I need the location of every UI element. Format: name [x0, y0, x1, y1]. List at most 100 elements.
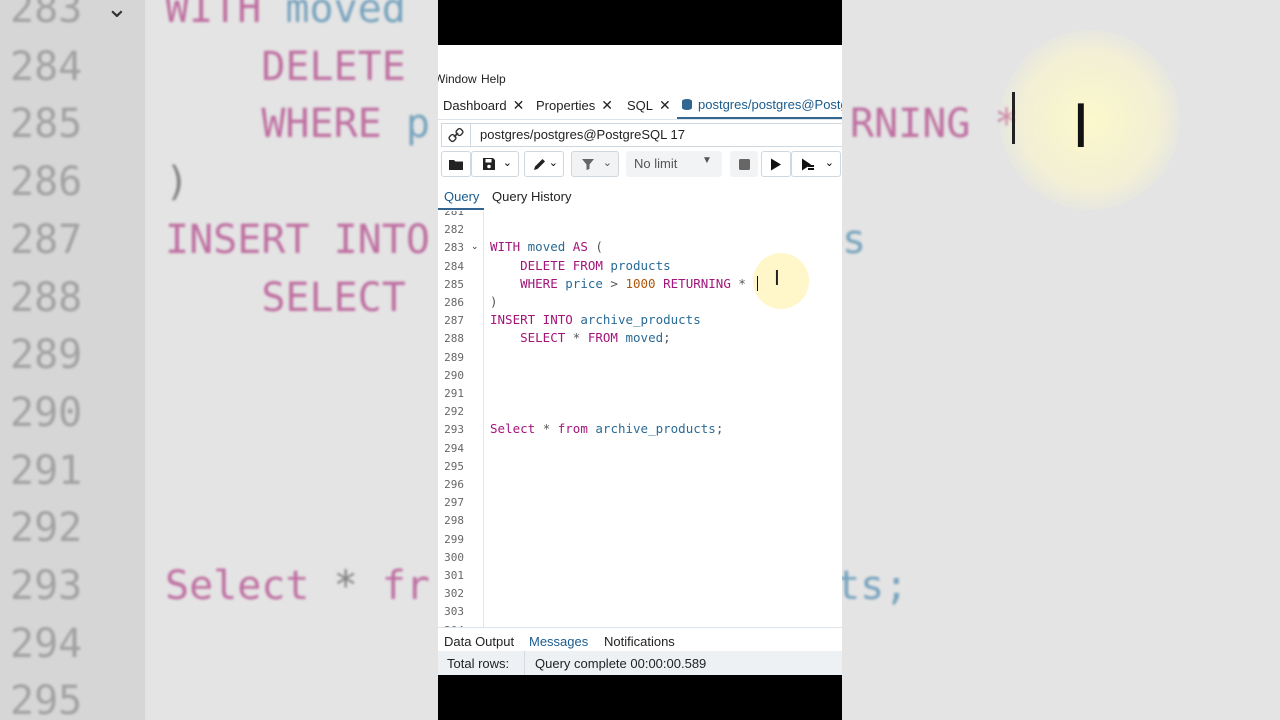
- chevron-down-icon[interactable]: ⌄: [503, 156, 512, 169]
- fold-chevron-down-icon[interactable]: ⌄: [471, 242, 479, 252]
- line-number: 297: [444, 496, 464, 510]
- zoomed-code-line: WHERE p: [165, 101, 430, 147]
- tab-dashboard[interactable]: Dashboard ✕: [443, 97, 524, 114]
- stop-icon: [738, 158, 750, 170]
- zoomed-line-number: 293: [10, 563, 83, 609]
- code-token: products: [610, 257, 671, 273]
- zoomed-code-token: WHERE: [165, 101, 406, 148]
- code-token: archive_products: [580, 312, 701, 328]
- tab-messages[interactable]: Messages: [529, 634, 588, 649]
- zoomed-code-line: DELETE: [165, 44, 406, 90]
- zoomed-code-line: Select * fr: [165, 563, 430, 609]
- zoomed-code-token: SELECT: [165, 274, 406, 321]
- sql-editor[interactable]: 281 282 283 ⌄ 284 285 286 287 288 289 290 291 292 293…: [438, 211, 842, 627]
- zoomed-code-line: INSERT INTO: [165, 217, 430, 263]
- folder-icon: [449, 159, 463, 170]
- tab-label: Dashboard: [443, 98, 507, 113]
- zoomed-line-number: 292: [10, 505, 83, 552]
- zoomed-text-caret: [1012, 92, 1015, 144]
- tab-query-history[interactable]: Query History: [492, 189, 571, 204]
- code-line: WITH moved AS (: [490, 239, 603, 254]
- chevron-down-icon[interactable]: ⌄: [825, 156, 834, 169]
- line-number: 299: [444, 532, 464, 546]
- code-token: Select: [490, 421, 543, 437]
- edit-button[interactable]: ⌄: [524, 151, 564, 177]
- line-number: 288: [444, 332, 464, 346]
- status-message: Query complete 00:00:00.589: [535, 656, 707, 671]
- code-line: SELECT * FROM moved;: [490, 330, 671, 345]
- line-number: 296: [444, 478, 464, 491]
- zoomed-code-token: Select: [165, 563, 334, 609]
- code-token: >: [610, 275, 626, 291]
- close-icon[interactable]: ✕: [601, 97, 613, 113]
- line-number: 300: [444, 550, 464, 564]
- status-divider: [524, 651, 525, 675]
- tab-data-output[interactable]: Data Output: [444, 634, 514, 649]
- zoomed-line-number: 285: [10, 101, 83, 148]
- menu-window[interactable]: Window: [438, 72, 477, 86]
- line-number: 286: [444, 296, 464, 309]
- code-token: INSERT INTO: [490, 312, 581, 328]
- zoomed-line-number: 290: [10, 389, 83, 436]
- zoomed-code-line: WITH moved: [165, 0, 406, 32]
- zoomed-code-fragment: RNING *: [850, 101, 1019, 159]
- line-number: 282: [444, 223, 464, 237]
- row-limit-select[interactable]: No limit ▼: [626, 151, 722, 177]
- zoomed-code-fragment: s: [842, 217, 866, 275]
- status-bar: Total rows: Query complete 00:00:00.589: [438, 651, 842, 675]
- tab-properties[interactable]: Properties ✕: [536, 97, 613, 114]
- chevron-down-icon[interactable]: ⌄: [603, 156, 612, 169]
- tab-bar: Dashboard ✕ Properties ✕ SQL ✕ postgres/pos…: [438, 93, 842, 120]
- tab-sql[interactable]: SQL ✕: [627, 97, 671, 114]
- line-number: 291: [444, 387, 464, 400]
- zoomed-ibeam-cursor-icon: I: [1072, 92, 1090, 162]
- line-number: 283: [444, 241, 464, 255]
- code-token: ;: [715, 421, 724, 437]
- connection-bar[interactable]: postgres/postgres@PostgreSQL 17: [441, 123, 842, 147]
- filter-button[interactable]: ⌄: [571, 151, 619, 177]
- code-token: ;: [663, 330, 671, 346]
- code-token: FROM: [587, 330, 626, 346]
- tab-notifications[interactable]: Notifications: [604, 634, 675, 649]
- close-icon[interactable]: ✕: [513, 97, 525, 113]
- code-token: moved: [527, 239, 573, 255]
- code-token: *: [738, 275, 746, 291]
- line-number: 290: [444, 368, 464, 382]
- zoomed-code-token: moved: [285, 0, 406, 32]
- close-icon[interactable]: ✕: [659, 97, 671, 113]
- code-token: (: [595, 239, 603, 255]
- code-line: ): [490, 294, 498, 309]
- pgadmin-window: Window Help Dashboard ✕ Properties ✕ SQL ✕ …: [438, 45, 842, 675]
- menu-help[interactable]: Help: [481, 72, 506, 86]
- active-subtab-indicator: [438, 208, 484, 210]
- tab-query[interactable]: Query: [444, 189, 479, 204]
- line-number: 289: [444, 350, 464, 364]
- zoomed-line-number: 286: [10, 159, 83, 206]
- zoomed-line-number: 283: [10, 0, 83, 32]
- database-icon: [682, 99, 692, 110]
- code-token: SELECT: [490, 330, 573, 346]
- code-token: DELETE FROM: [490, 257, 611, 273]
- filter-icon: [582, 159, 594, 170]
- tab-query-tool[interactable]: postgres/postgres@PostgreSQL 17: [681, 97, 842, 112]
- editor-subtabs: Query Query History: [438, 185, 842, 212]
- stop-button[interactable]: [730, 151, 758, 177]
- tab-label: SQL: [627, 98, 654, 113]
- execute-button[interactable]: [761, 151, 791, 177]
- line-number: 298: [444, 514, 464, 528]
- connection-link-icon[interactable]: [442, 124, 471, 146]
- zoomed-cursor-highlight: [1000, 30, 1180, 210]
- line-number: 302: [444, 587, 464, 601]
- code-token: WITH: [490, 239, 528, 255]
- save-icon: [483, 158, 495, 170]
- connection-label: postgres/postgres@PostgreSQL 17: [480, 127, 685, 142]
- save-button[interactable]: ⌄: [471, 151, 519, 177]
- code-token: WHERE: [490, 275, 566, 291]
- zoomed-line-number: 284: [10, 43, 83, 90]
- explain-button[interactable]: ⌄: [791, 151, 841, 177]
- line-number: 281: [444, 211, 464, 218]
- play-icon: [771, 158, 781, 170]
- output-tabs: Data Output Messages Notifications: [438, 627, 842, 652]
- chevron-down-icon[interactable]: ⌄: [549, 156, 558, 169]
- open-file-button[interactable]: [441, 151, 471, 177]
